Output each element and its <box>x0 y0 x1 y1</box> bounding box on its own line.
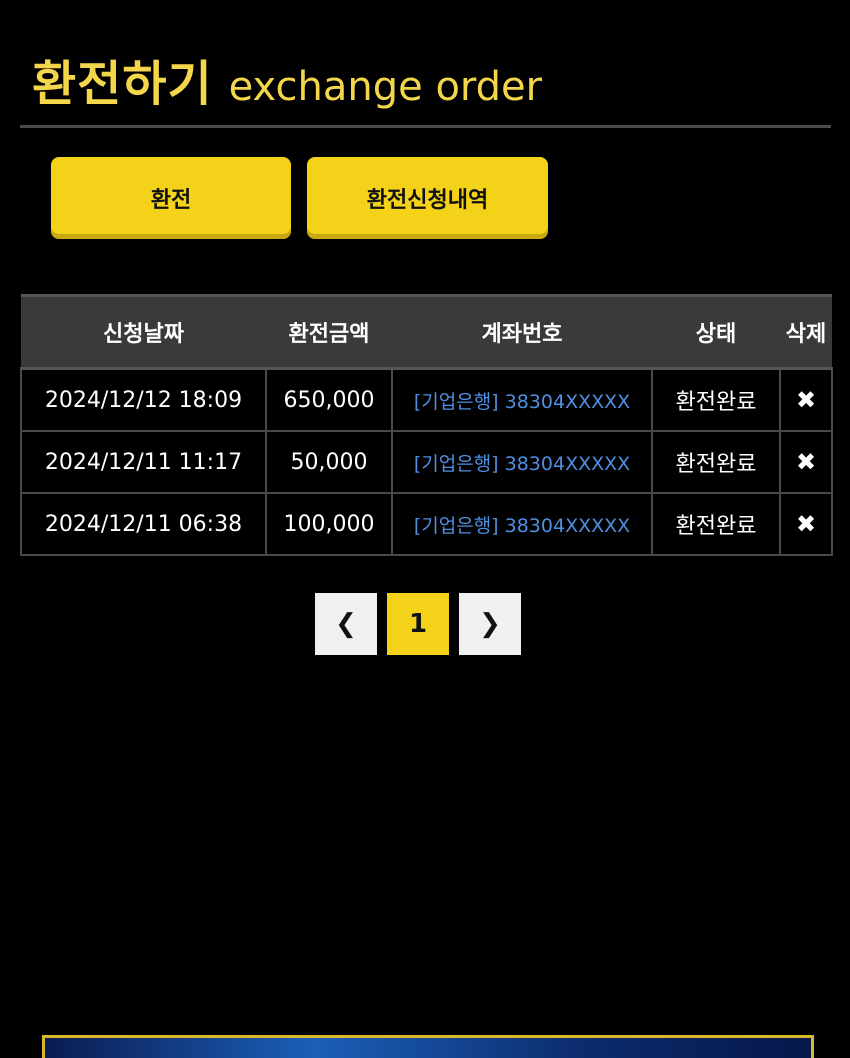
cell-account: [기업은행] 38304XXXXX <box>391 367 653 432</box>
cell-delete: ✖ <box>779 367 833 432</box>
title-divider <box>20 125 831 128</box>
exchange-orders-table: 신청날짜 환전금액 계좌번호 상태 삭제 2024/12/12 18:09 65… <box>20 294 833 556</box>
cell-account: [기업은행] 38304XXXXX <box>391 430 653 494</box>
close-icon[interactable]: ✖ <box>796 386 816 414</box>
exchange-tab-button[interactable]: 환전 <box>51 157 291 239</box>
table-header-row: 신청날짜 환전금액 계좌번호 상태 삭제 <box>21 294 832 370</box>
account-number-link[interactable]: [기업은행] 38304XXXXX <box>414 453 630 475</box>
chevron-right-icon[interactable]: ❯ <box>459 593 521 655</box>
current-page-button[interactable]: 1 <box>387 593 449 655</box>
close-icon[interactable]: ✖ <box>796 510 816 538</box>
cell-date: 2024/12/11 11:17 <box>20 430 267 494</box>
table-row: 2024/12/11 06:38 100,000 [기업은행] 38304XXX… <box>20 492 833 556</box>
page-title-korean: 환전하기 <box>32 56 213 112</box>
cell-amount: 50,000 <box>265 430 393 494</box>
close-icon[interactable]: ✖ <box>796 448 816 476</box>
column-header-delete: 삭제 <box>780 294 832 370</box>
page-title-english: exchange order <box>228 64 543 110</box>
cell-delete: ✖ <box>779 492 833 556</box>
cell-account: [기업은행] 38304XXXXX <box>391 492 653 556</box>
cell-amount: 650,000 <box>265 367 393 432</box>
column-header-date: 신청날짜 <box>21 294 266 370</box>
cell-date: 2024/12/12 18:09 <box>20 367 267 432</box>
column-header-amount: 환전금액 <box>266 294 392 370</box>
column-header-account: 계좌번호 <box>392 294 652 370</box>
cell-delete: ✖ <box>779 430 833 494</box>
account-number-link[interactable]: [기업은행] 38304XXXXX <box>414 391 630 413</box>
pagination: ❮ 1 ❯ <box>315 593 521 655</box>
page-title: 환전하기 exchange order <box>32 44 542 114</box>
cell-date: 2024/12/11 06:38 <box>20 492 267 556</box>
account-number-link[interactable]: [기업은행] 38304XXXXX <box>414 515 630 537</box>
cell-status: 환전완료 <box>651 492 781 556</box>
cell-status: 환전완료 <box>651 367 781 432</box>
bottom-banner-image <box>42 1035 814 1058</box>
cell-status: 환전완료 <box>651 430 781 494</box>
chevron-left-icon[interactable]: ❮ <box>315 593 377 655</box>
table-row: 2024/12/12 18:09 650,000 [기업은행] 38304XXX… <box>20 367 833 432</box>
cell-amount: 100,000 <box>265 492 393 556</box>
exchange-history-tab-button[interactable]: 환전신청내역 <box>307 157 548 239</box>
table-row: 2024/12/11 11:17 50,000 [기업은행] 38304XXXX… <box>20 430 833 494</box>
column-header-status: 상태 <box>652 294 780 370</box>
